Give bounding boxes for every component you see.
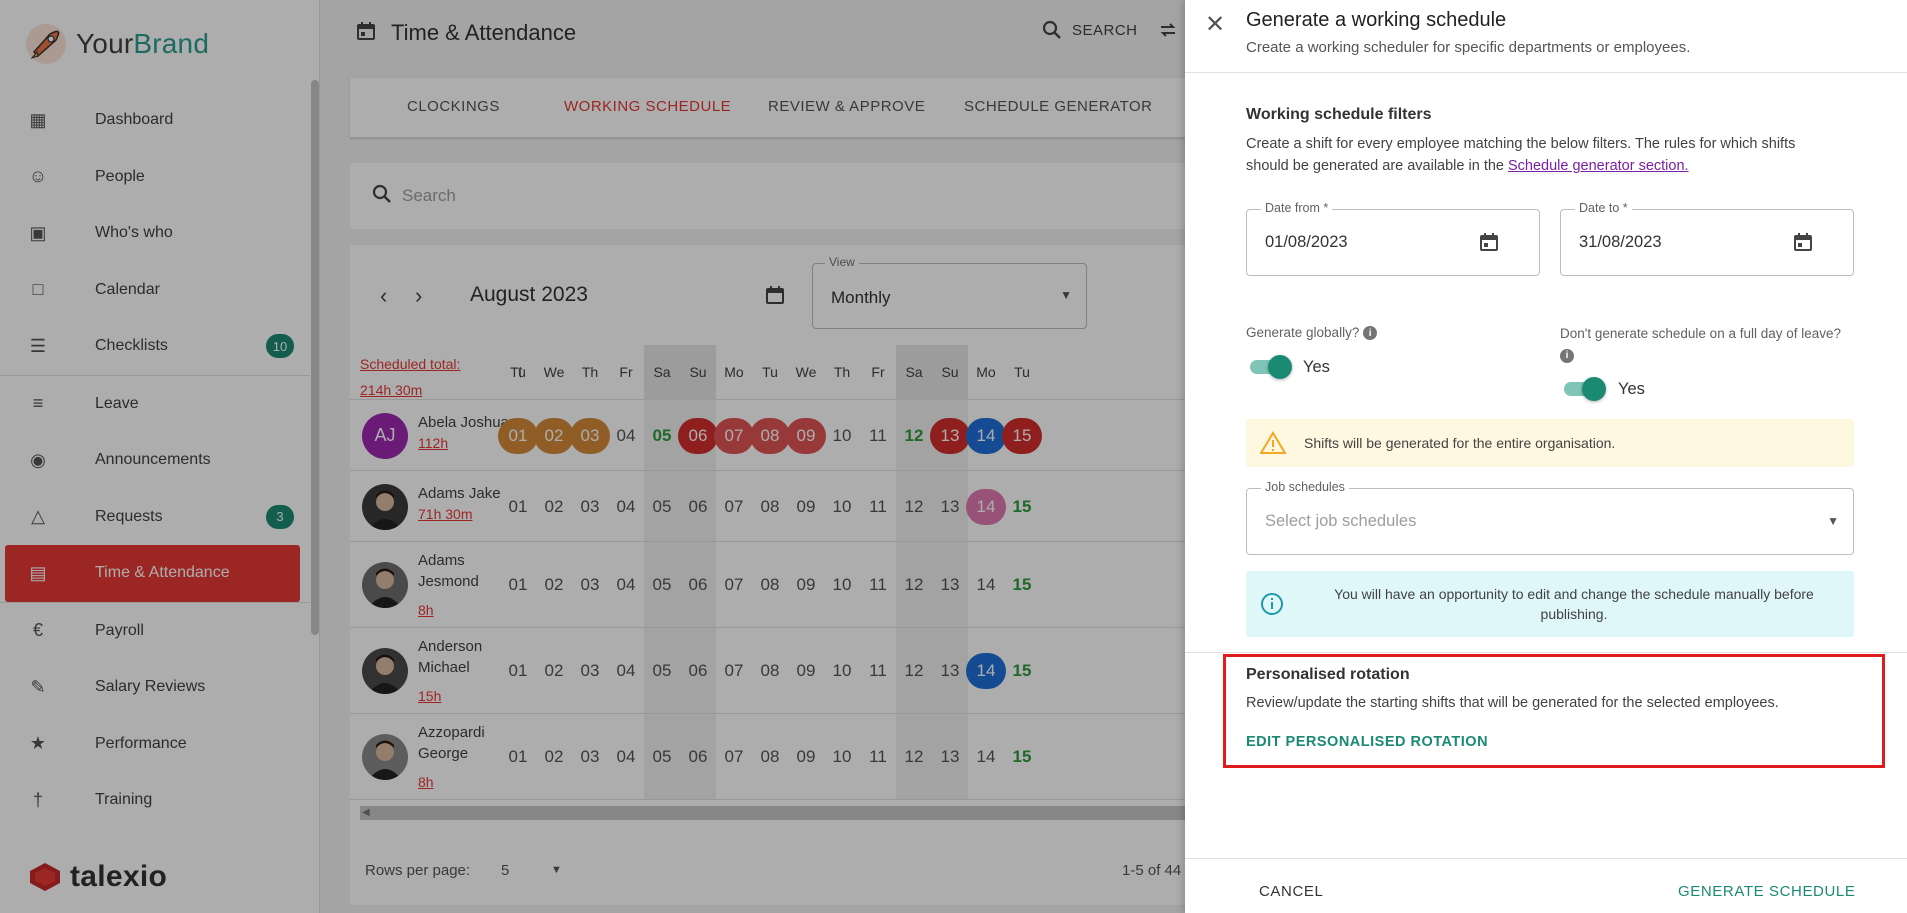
generate-schedule-drawer: ✕ Generate a working schedule Create a w… [1185,0,1907,913]
drawer-subtitle: Create a working scheduler for specific … [1246,39,1691,56]
date-from-label: Date from * [1261,201,1333,215]
info-text: You will have an opportunity to edit and… [1334,586,1814,622]
generate-globally-toggle[interactable] [1246,355,1294,379]
no-leave-value: Yes [1618,380,1645,398]
generate-globally-label: Generate globally? i [1246,325,1378,341]
filters-title: Working schedule filters [1246,106,1432,123]
rotation-title: Personalised rotation [1246,666,1410,683]
generate-globally-value: Yes [1303,358,1330,376]
info-alert: You will have an opportunity to edit and… [1246,571,1854,637]
info-icon[interactable]: i [1560,349,1574,364]
caret-down-icon: ▼ [1827,514,1839,528]
no-leave-label: Don't generate schedule on a full day of… [1560,326,1842,364]
schedule-generator-link[interactable]: Schedule generator section. [1508,158,1689,174]
divider [1185,72,1907,73]
info-icon[interactable]: i [1363,326,1378,341]
generate-schedule-button[interactable]: GENERATE SCHEDULE [1678,883,1855,900]
date-to-label: Date to * [1575,201,1632,215]
job-schedules-label: Job schedules [1261,480,1349,494]
edit-personalised-rotation-link[interactable]: EDIT PERSONALISED ROTATION [1246,734,1488,750]
no-leave-toggle[interactable] [1560,377,1608,401]
info-icon [1261,593,1283,615]
date-from-value: 01/08/2023 [1265,233,1348,251]
warning-alert: Shifts will be generated for the entire … [1246,419,1854,467]
rotation-description: Review/update the starting shifts that w… [1246,695,1779,711]
job-schedules-placeholder: Select job schedules [1265,512,1417,530]
date-to-field[interactable]: Date to * 31/08/2023 [1560,201,1854,276]
divider [1185,652,1907,653]
filters-description: Create a shift for every employee matchi… [1246,136,1796,174]
modal-backdrop[interactable] [0,0,1185,913]
calendar-icon[interactable] [1793,232,1813,258]
date-to-value: 31/08/2023 [1579,233,1662,251]
drawer-footer: CANCEL GENERATE SCHEDULE [1185,858,1907,913]
drawer-title: Generate a working schedule [1246,9,1507,31]
warning-icon [1260,431,1286,454]
close-icon[interactable]: ✕ [1205,10,1225,39]
calendar-icon[interactable] [1479,232,1499,258]
warning-text: Shifts will be generated for the entire … [1304,435,1616,451]
job-schedules-select[interactable]: Job schedules Select job schedules ▼ [1246,480,1854,555]
cancel-button[interactable]: CANCEL [1259,883,1323,900]
date-from-field[interactable]: Date from * 01/08/2023 [1246,201,1540,276]
